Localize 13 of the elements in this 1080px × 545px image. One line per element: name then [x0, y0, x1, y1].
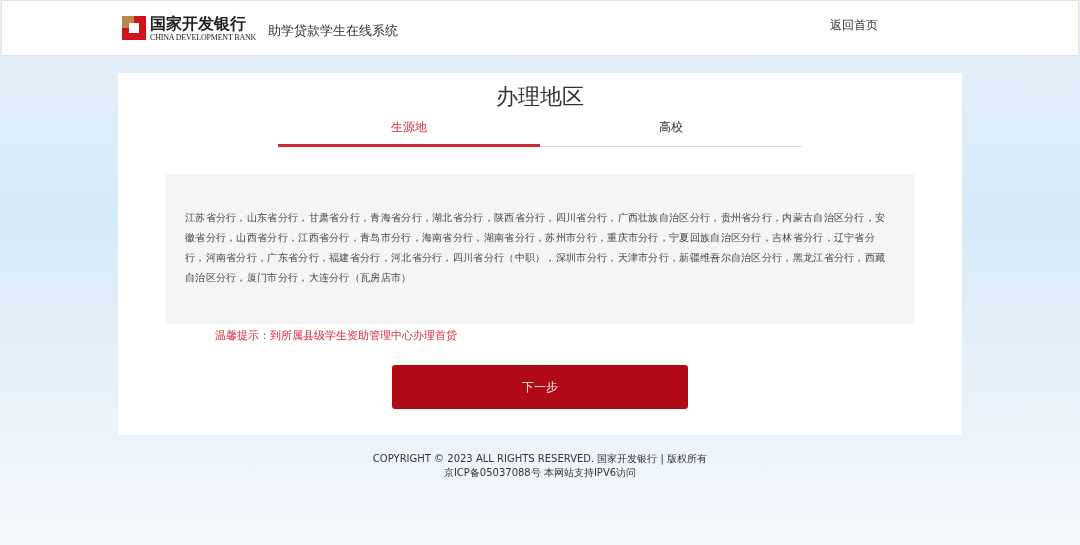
footer-text: 京ICP备05037088号 本网站支持IPV6访问: [442, 466, 638, 480]
branch-list: 江苏省分行，山东省分行，甘肃省分行，青海省分行，湖北省分行，陕西省分行，四川省分行，广西壮族自治区分行，贵州省分行，内蒙古自治区分行，安徽省分行，山西省分行，江西省分行，青岛市分行，海南省分行，湖南省分行，苏州市分行，重庆市分行，宁夏回族自治区分行，吉林省分行，辽宁省分行，河南省分行，广东省分行，福建省分行，河北省分行，四川省分行（中职），深圳市分行，天津市分行，新疆维吾尔自治区分行，黑龙江省分行，西藏自治区分行，厦门市分行，大连分行（瓦房店市）: [185, 208, 895, 288]
footer-text: COPYRIGHT © 2023 ALL RIGHTS RESERVED. 国家开发银行 | 版权所有: [372, 452, 708, 466]
bank-logo-icon: [122, 16, 146, 40]
tab[interactable]: 高校: [540, 115, 802, 147]
tab[interactable]: 生源地: [278, 115, 540, 147]
next-button[interactable]: 下一步: [392, 365, 688, 409]
home-link[interactable]: 返回首页: [830, 16, 878, 34]
bank-english-name: CHINA DEVELOPMENT BANK: [150, 32, 257, 42]
bank-name: 国家开发银行: [150, 14, 247, 33]
tip-text: 温馨提示：到所属县级学生资助管理中心办理首贷: [215, 329, 457, 343]
system-title: 助学贷款学生在线系统: [268, 22, 399, 40]
page-title: 办理地区: [496, 83, 584, 111]
